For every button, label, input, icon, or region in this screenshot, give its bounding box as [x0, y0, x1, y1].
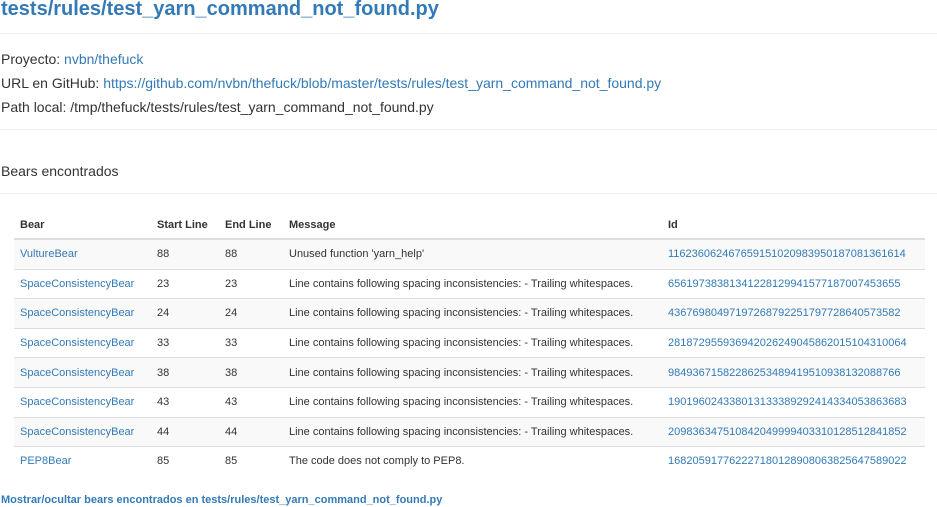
table-header-row: Bear Start Line End Line Message Id [14, 211, 925, 240]
table-row: SpaceConsistencyBear 43 43 Line contains… [14, 386, 925, 418]
message-cell: The code does not comply to PEP8. [283, 446, 662, 476]
message-cell: Line contains following spacing inconsis… [283, 357, 662, 388]
table-row: SpaceConsistencyBear 23 23 Line contains… [14, 268, 925, 299]
end-line-cell: 38 [219, 357, 283, 388]
message-cell: Line contains following spacing inconsis… [283, 268, 662, 299]
id-link[interactable]: 190196024338013133389292414334053863683 [668, 396, 907, 408]
message-cell: Line contains following spacing inconsis… [283, 386, 662, 418]
end-line-cell: 24 [219, 298, 283, 329]
table-row: VultureBear 88 88 Unused function 'yarn_… [14, 238, 925, 270]
github-url-link[interactable]: https://github.com/nvbn/thefuck/blob/mas… [103, 75, 661, 91]
bears-table: Bear Start Line End Line Message Id Vult… [14, 211, 925, 476]
start-line-cell: 85 [151, 446, 219, 476]
bear-link[interactable]: SpaceConsistencyBear [20, 278, 134, 290]
end-line-cell: 23 [219, 268, 283, 299]
table-row: SpaceConsistencyBear 24 24 Line contains… [14, 298, 925, 329]
table-row: PEP8Bear 85 85 The code does not comply … [14, 446, 925, 476]
project-line: Proyecto: nvbn/thefuck [1, 49, 143, 69]
divider [0, 193, 937, 194]
table-row: SpaceConsistencyBear 38 38 Line contains… [14, 357, 925, 388]
end-line-cell: 85 [219, 446, 283, 476]
bear-link[interactable]: SpaceConsistencyBear [20, 367, 134, 379]
column-header-start-line: Start Line [151, 211, 219, 240]
page-title[interactable]: tests/rules/test_yarn_command_not_found.… [1, 0, 439, 24]
end-line-cell: 88 [219, 238, 283, 270]
bear-link[interactable]: SpaceConsistencyBear [20, 337, 134, 349]
start-line-cell: 38 [151, 357, 219, 388]
start-line-cell: 33 [151, 327, 219, 358]
github-label: URL en GitHub: [1, 75, 100, 91]
start-line-cell: 24 [151, 298, 219, 329]
column-header-end-line: End Line [219, 211, 283, 240]
path-value: /tmp/thefuck/tests/rules/test_yarn_comma… [70, 99, 434, 115]
start-line-cell: 43 [151, 386, 219, 418]
start-line-cell: 23 [151, 268, 219, 299]
start-line-cell: 44 [151, 416, 219, 447]
end-line-cell: 33 [219, 327, 283, 358]
table-row: SpaceConsistencyBear 33 33 Line contains… [14, 327, 925, 358]
message-cell: Line contains following spacing inconsis… [283, 298, 662, 329]
start-line-cell: 88 [151, 238, 219, 270]
divider [0, 33, 937, 34]
path-label: Path local: [1, 99, 67, 115]
id-link[interactable]: 116236062467659151020983950187081361614 [668, 248, 906, 260]
id-link[interactable]: 209836347510842049999403310128512841852 [668, 426, 907, 438]
column-header-id: Id [662, 211, 925, 240]
section-title: Bears encontrados [1, 163, 119, 179]
project-link[interactable]: nvbn/thefuck [64, 51, 143, 67]
github-line: URL en GitHub: https://github.com/nvbn/t… [1, 73, 661, 93]
message-cell: Line contains following spacing inconsis… [283, 416, 662, 447]
bear-link[interactable]: SpaceConsistencyBear [20, 426, 134, 438]
bear-link[interactable]: PEP8Bear [20, 455, 71, 467]
id-link[interactable]: 65619738381341228129941577187007453655 [668, 278, 900, 290]
bear-link[interactable]: SpaceConsistencyBear [20, 307, 134, 319]
id-link[interactable]: 98493671582286253489419510938132088766 [668, 367, 900, 379]
bear-link[interactable]: SpaceConsistencyBear [20, 396, 134, 408]
end-line-cell: 43 [219, 386, 283, 418]
column-header-bear: Bear [14, 211, 151, 240]
id-link[interactable]: 168205917762227180128908063825647589022 [668, 455, 907, 467]
column-header-message: Message [283, 211, 662, 240]
end-line-cell: 44 [219, 416, 283, 447]
id-link[interactable]: 43676980497197268792251797728640573582 [668, 307, 900, 319]
message-cell: Line contains following spacing inconsis… [283, 327, 662, 358]
divider [0, 129, 937, 130]
table-row: SpaceConsistencyBear 44 44 Line contains… [14, 416, 925, 447]
path-line: Path local: /tmp/thefuck/tests/rules/tes… [1, 97, 434, 117]
message-cell: Unused function 'yarn_help' [283, 238, 662, 270]
id-link[interactable]: 281872955936942026249045862015104310064 [668, 337, 907, 349]
bear-link[interactable]: VultureBear [20, 248, 78, 260]
project-label: Proyecto: [1, 51, 61, 67]
toggle-bears-link[interactable]: Mostrar/ocultar bears encontrados en tes… [1, 493, 442, 507]
